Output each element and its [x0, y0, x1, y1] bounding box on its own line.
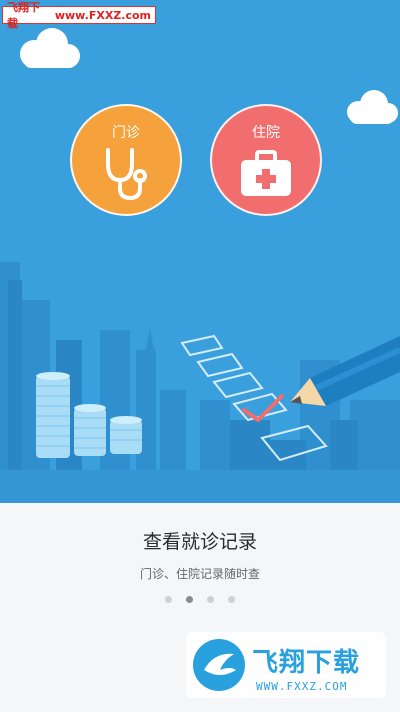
stethoscope-icon	[106, 148, 147, 201]
watermark-site-name: 飞翔下载	[7, 1, 40, 30]
brand-logo-icon	[193, 639, 245, 691]
watermark-banner: 飞翔下载 www.FXXZ.com	[2, 1, 156, 30]
page-dot-active[interactable]	[186, 596, 193, 603]
page-dot[interactable]	[165, 596, 172, 603]
page-indicator	[0, 596, 400, 603]
watermark-url: www.FXXZ.com	[54, 8, 151, 22]
watermark-brand-url: WWW.FXXZ.COM	[256, 680, 348, 693]
inpatient-label: 住院	[252, 125, 280, 141]
inpatient-button[interactable]: 住院	[210, 104, 322, 216]
page-dot[interactable]	[207, 596, 214, 603]
onboarding-screen: 门诊 住院 飞翔下载 www.FXXZ.com 查看就诊记录 门诊、住院记录随时…	[0, 0, 400, 712]
page-dot[interactable]	[228, 596, 235, 603]
intro-subtitle: 门诊、住院记录随时查	[139, 567, 260, 581]
intro-title: 查看就诊记录	[142, 531, 257, 553]
hero-illustration: 门诊 住院 飞翔下载 www.FXXZ.com	[0, 0, 400, 503]
cloud-icon	[347, 90, 398, 124]
outpatient-label: 门诊	[112, 125, 140, 141]
city-skyline-illustration	[0, 262, 400, 503]
first-aid-kit-icon	[241, 150, 291, 196]
cloud-icon	[20, 28, 80, 68]
outpatient-button[interactable]: 门诊	[70, 104, 182, 216]
watermark-brand: 飞翔下载	[252, 648, 361, 678]
watermark-logo: 飞翔下载 WWW.FXXZ.COM	[186, 632, 386, 698]
coin-stack-icon	[36, 372, 70, 458]
